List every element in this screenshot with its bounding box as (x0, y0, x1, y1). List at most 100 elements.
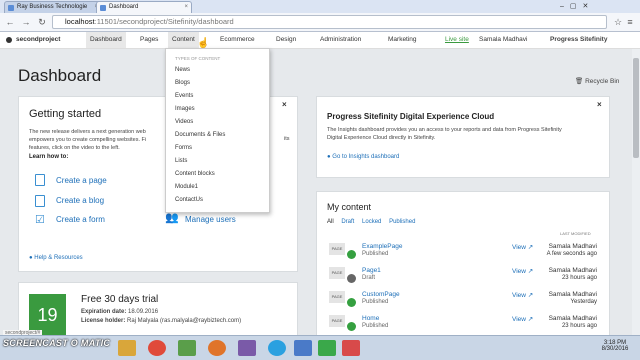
content-item-status: Draft (362, 275, 376, 281)
insights-label: Go to Insights dashboard (332, 154, 400, 160)
content-item-name[interactable]: ExamplePage (362, 243, 402, 250)
trial-license: License holder: Raj Malyala (ras.malyala… (81, 318, 241, 324)
browser-tab-active[interactable]: Dashboard × (96, 1, 192, 13)
star-icon[interactable]: ☆ (612, 16, 624, 28)
create-blog-link[interactable]: Create a blog (56, 196, 104, 205)
window-controls[interactable]: –▢✕ (560, 2, 594, 10)
filter-locked[interactable]: Locked (362, 219, 381, 225)
view-link[interactable]: View ↗ (512, 291, 533, 299)
menu-icon[interactable]: ≡ (624, 16, 636, 28)
reload-icon[interactable]: ↻ (36, 16, 48, 28)
favicon-icon (8, 5, 14, 11)
filter-all[interactable]: All (327, 219, 334, 225)
back-icon[interactable]: ← (4, 16, 16, 28)
menu-item-contactus[interactable]: ContactUs (175, 197, 203, 203)
nav-design[interactable]: Design (276, 32, 296, 48)
app-icon[interactable] (294, 340, 312, 356)
users-icon: 👥 (165, 212, 179, 224)
content-item-time: A few seconds ago (546, 251, 597, 257)
menu-item-module1[interactable]: Module1 (175, 184, 198, 190)
menu-item-events[interactable]: Events (175, 93, 193, 99)
menu-item-documents[interactable]: Documents & Files (175, 132, 225, 138)
content-dropdown-menu: TYPES OF CONTENT News Blogs Events Image… (165, 48, 270, 213)
browser-tab[interactable]: Ray Business Technologie × (4, 1, 102, 13)
project-name[interactable]: secondproject (16, 32, 60, 48)
license-holder: Raj Malyala (ras.malyala@raybiztech.com) (127, 318, 242, 324)
help-resources-link[interactable]: ● Help & Resources (29, 255, 83, 261)
license-label: License holder: (81, 318, 126, 324)
recycle-bin-link[interactable]: 🗑 Recycle Bin (575, 77, 619, 85)
clock-date: 8/30/2016 (601, 346, 629, 352)
mouse-cursor-icon: ☝ (197, 38, 210, 49)
view-link[interactable]: View ↗ (512, 267, 533, 275)
app-icon[interactable] (342, 340, 360, 356)
close-icon[interactable]: × (282, 100, 287, 109)
external-link-icon: ↗ (527, 292, 534, 299)
learn-how-label: Learn how to: (29, 154, 69, 160)
content-item-time: 23 hours ago (561, 275, 597, 281)
desc-line: The new release delivers a next generati… (29, 129, 146, 135)
view-label: View (512, 316, 526, 323)
filter-published[interactable]: Published (389, 219, 415, 225)
content-item-author: Samala Madhavi (548, 315, 597, 322)
desc-tail: its (284, 136, 290, 142)
menu-item-news[interactable]: News (175, 67, 190, 73)
nav-ecommerce[interactable]: Ecommerce (220, 32, 255, 48)
screencast-watermark: SCREENCAST O MATIC (3, 338, 111, 348)
expiration-date: 18.09.2016 (128, 309, 159, 315)
user-menu[interactable]: Samala Madhavi (479, 32, 527, 48)
page-badge: PAGE (329, 267, 345, 279)
blog-icon (35, 195, 45, 207)
file-explorer-icon[interactable] (118, 340, 136, 356)
chrome-icon[interactable] (148, 340, 166, 356)
nav-dashboard[interactable]: Dashboard (86, 32, 126, 48)
create-form-link[interactable]: Create a form (56, 215, 105, 224)
menu-item-forms[interactable]: Forms (175, 145, 192, 151)
nav-content[interactable]: Content (168, 32, 199, 48)
help-label: Help & Resources (34, 255, 83, 261)
live-site-link[interactable]: Live site (445, 32, 469, 48)
content-item-status: Published (362, 323, 389, 329)
app-icon[interactable] (318, 340, 336, 356)
trial-card: 19 Free 30 days trial Expiration date: 1… (18, 282, 298, 335)
content-item-name[interactable]: Home (362, 315, 379, 322)
view-link[interactable]: View ↗ (512, 315, 533, 323)
content-item-name[interactable]: CustomPage (362, 291, 400, 298)
firefox-icon[interactable] (208, 340, 226, 356)
close-icon[interactable]: × (597, 100, 602, 109)
my-content-card: My content All Draft Locked Published LA… (316, 191, 610, 335)
scrollbar-thumb[interactable] (633, 58, 639, 158)
insights-link[interactable]: ● Go to Insights dashboard (327, 154, 399, 160)
manage-users-link[interactable]: Manage users (185, 215, 236, 224)
forward-icon[interactable]: → (20, 16, 32, 28)
brand-logo: Progress Sitefinity (550, 36, 608, 43)
published-status-icon (347, 298, 356, 307)
published-status-icon (347, 250, 356, 259)
view-link[interactable]: View ↗ (512, 243, 533, 251)
page-icon (35, 174, 45, 186)
content-item-name[interactable]: Page1 (362, 267, 381, 274)
menu-item-content-blocks[interactable]: Content blocks (175, 171, 215, 177)
nav-administration[interactable]: Administration (320, 32, 361, 48)
nav-marketing[interactable]: Marketing (388, 32, 417, 48)
content-item-author: Samala Madhavi (548, 243, 597, 250)
top-navigation: secondproject Dashboard Pages Content Ec… (0, 32, 640, 49)
filter-draft[interactable]: Draft (341, 219, 354, 225)
menu-item-images[interactable]: Images (175, 106, 195, 112)
menu-item-lists[interactable]: Lists (175, 158, 187, 164)
page-badge: PAGE (329, 291, 345, 303)
nav-pages[interactable]: Pages (140, 32, 158, 48)
address-bar[interactable]: localhost:11501/secondproject/Sitefinity… (52, 15, 607, 29)
skype-icon[interactable] (268, 340, 286, 356)
desc-line: empowers you to create compelling websit… (29, 137, 147, 143)
app-icon[interactable] (178, 340, 196, 356)
close-tab-icon[interactable]: × (184, 2, 188, 13)
external-link-icon: ↗ (527, 316, 534, 323)
content-item-status: Published (362, 299, 389, 305)
taskbar-clock[interactable]: 3:18 PM 8/30/2016 (595, 340, 635, 352)
last-modified-header: LAST MODIFIED (560, 231, 591, 236)
visual-studio-icon[interactable] (238, 340, 256, 356)
menu-item-blogs[interactable]: Blogs (175, 80, 190, 86)
create-page-link[interactable]: Create a page (56, 176, 107, 185)
menu-item-videos[interactable]: Videos (175, 119, 193, 125)
